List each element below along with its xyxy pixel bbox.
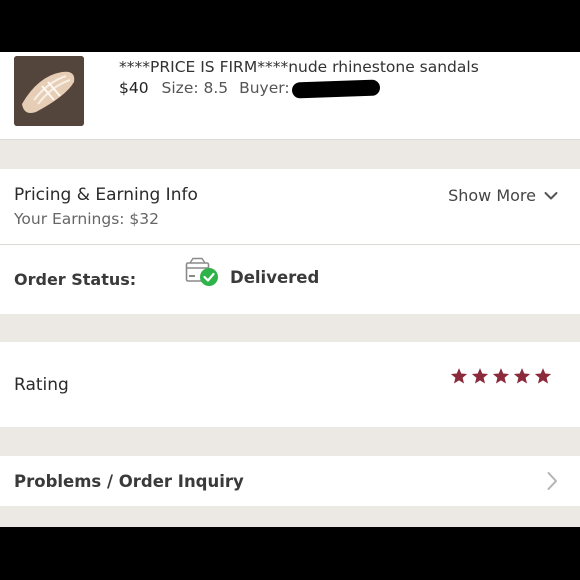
- chevron-down-icon: [544, 191, 558, 199]
- listing-size: Size: 8.5: [161, 79, 229, 97]
- star-icon: [471, 367, 489, 385]
- listing-price: $40: [119, 79, 149, 97]
- pricing-section: Pricing & Earning Info Your Earnings: $3…: [0, 169, 580, 245]
- rating-label: Rating: [14, 375, 69, 395]
- order-status-label: Order Status:: [14, 270, 137, 289]
- order-status-section: Order Status: Delivered: [0, 245, 580, 314]
- screen: ****PRICE IS FIRM****nude rhinestone san…: [0, 0, 580, 580]
- star-icon: [513, 367, 531, 385]
- show-more-button[interactable]: Show More: [448, 186, 558, 205]
- rating-section: Rating: [0, 342, 580, 427]
- listing-row[interactable]: ****PRICE IS FIRM****nude rhinestone san…: [0, 52, 580, 140]
- order-status-value: Delivered: [230, 268, 320, 287]
- pricing-title: Pricing & Earning Info: [14, 185, 198, 205]
- buyer-name-redacted: [291, 78, 380, 99]
- show-more-label: Show More: [448, 186, 536, 205]
- earnings-text: Your Earnings: $32: [14, 210, 160, 228]
- sandal-image: [14, 56, 84, 126]
- chevron-right-icon: [547, 472, 557, 490]
- listing-meta: $40 Size: 8.5 Buyer:: [119, 78, 380, 99]
- product-thumbnail[interactable]: [14, 56, 84, 126]
- buyer-label: Buyer:: [239, 79, 290, 97]
- delivered-box-icon: [185, 257, 218, 286]
- order-details-view: ****PRICE IS FIRM****nude rhinestone san…: [0, 52, 580, 527]
- rating-stars: [450, 367, 552, 385]
- star-icon: [534, 367, 552, 385]
- listing-title[interactable]: ****PRICE IS FIRM****nude rhinestone san…: [119, 58, 479, 76]
- star-icon: [450, 367, 468, 385]
- problems-order-inquiry-row[interactable]: Problems / Order Inquiry: [0, 456, 580, 506]
- star-icon: [492, 367, 510, 385]
- problems-label: Problems / Order Inquiry: [14, 472, 244, 491]
